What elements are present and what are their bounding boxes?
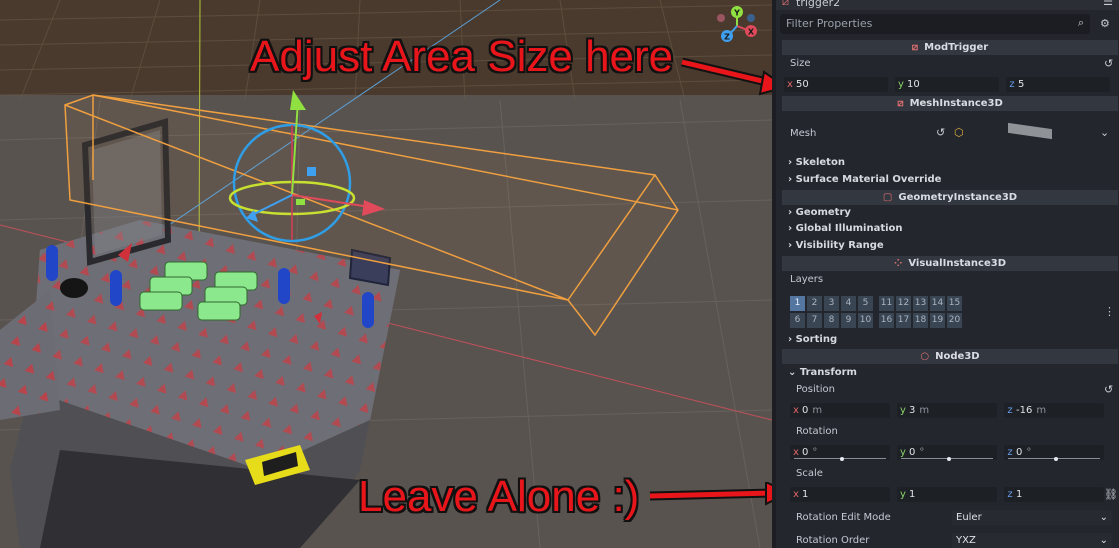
layer-toggle[interactable]: 5 (858, 296, 873, 311)
layer-toggle[interactable]: 6 (790, 313, 805, 328)
node-name: trigger2 (796, 0, 841, 9)
layer-toggle[interactable]: 19 (930, 313, 945, 328)
scale-link-icon[interactable]: ⛓ (1104, 488, 1118, 501)
sorting-label: Sorting (795, 334, 838, 345)
scale-x-field[interactable]: x1 (790, 487, 890, 502)
global-illumination-label: Global Illumination (795, 223, 903, 234)
size-y-field[interactable]: y 10 (895, 77, 999, 92)
node3d-header-label: Node3D (935, 351, 980, 362)
rotation-order-label: Rotation Order (796, 535, 870, 546)
layers-menu-icon[interactable]: ⋮ (1104, 305, 1115, 318)
modtrigger-icon: ⧄ (911, 42, 919, 53)
section-meshinstance3d[interactable]: ⧄ MeshInstance3D (782, 96, 1118, 111)
scale-y-field[interactable]: y1 (897, 487, 997, 502)
mesh-resource-icon[interactable]: ⬡ (954, 126, 964, 139)
rotation-edit-mode-select[interactable]: Euler ⌄ (952, 510, 1112, 525)
meshinstance-header-label: MeshInstance3D (909, 98, 1003, 109)
node-options-icon[interactable]: ☰ (1103, 0, 1113, 8)
meshinstance-icon: ⧄ (897, 98, 904, 109)
visualinstance-header-label: VisualInstance3D (908, 258, 1007, 269)
rotation-z-field[interactable]: z 0 ° (1004, 445, 1104, 461)
layer-toggle[interactable]: 8 (824, 313, 839, 328)
layer-toggle[interactable]: 3 (824, 296, 839, 311)
layer-toggle[interactable]: 12 (896, 296, 911, 311)
layer-toggle[interactable]: 20 (947, 313, 962, 328)
global-illumination-section[interactable]: › Global Illumination (788, 223, 903, 234)
position-y-field[interactable]: y3m (897, 403, 997, 418)
visibility-range-label: Visibility Range (795, 240, 884, 251)
layer-toggle[interactable]: 17 (896, 313, 911, 328)
section-modtrigger[interactable]: ⧄ ModTrigger (782, 40, 1118, 55)
section-geometryinstance3d[interactable]: ▢ GeometryInstance3D (782, 190, 1118, 205)
filter-settings-icon[interactable]: ⚙ (1100, 17, 1110, 30)
position-x-field[interactable]: x0m (790, 403, 890, 418)
section-visualinstance3d[interactable]: ⁘ VisualInstance3D (782, 256, 1118, 271)
layer-toggle[interactable]: 14 (930, 296, 945, 311)
mesh-dropdown-icon[interactable]: ⌄ (1100, 126, 1109, 139)
sorting-section[interactable]: › Sorting (788, 334, 837, 345)
size-x-field[interactable]: x 50 (784, 77, 888, 92)
position-revert-icon[interactable]: ↺ (1104, 383, 1113, 396)
geometryinstance-header-label: GeometryInstance3D (898, 192, 1018, 203)
layer-toggle[interactable]: 11 (879, 296, 894, 311)
chevron-down-icon: ⌄ (1099, 535, 1108, 546)
scale-z-field[interactable]: z1 (1004, 487, 1104, 502)
filter-properties-input[interactable]: Filter Properties ⌕ (780, 14, 1090, 34)
rotation-edit-mode-label: Rotation Edit Mode (796, 512, 891, 523)
size-label: Size (790, 58, 811, 69)
layers-label: Layers (790, 274, 824, 285)
layer-toggle[interactable]: 2 (807, 296, 822, 311)
annotation-adjust-area: Adjust Area Size here (250, 32, 674, 81)
search-icon: ⌕ (1077, 16, 1084, 29)
surface-material-override-section[interactable]: › Surface Material Override (788, 174, 941, 185)
3d-viewport[interactable]: Y X Z (0, 0, 772, 548)
black-ball (60, 278, 88, 298)
modtrigger-header-label: ModTrigger (924, 42, 989, 53)
inspector-node-bar: ⧄ trigger2 ☰ (776, 0, 1119, 10)
inspector-panel: ⧄ trigger2 ☰ Filter Properties ⌕ ⚙ ⧄ ModT… (772, 0, 1119, 548)
layer-toggle[interactable]: 18 (913, 313, 928, 328)
skeleton-label: Skeleton (795, 157, 845, 168)
rotation-order-select[interactable]: YXZ ⌄ (952, 533, 1112, 548)
surface-material-label: Surface Material Override (795, 174, 942, 185)
mesh-label: Mesh (790, 128, 817, 139)
geometry-section[interactable]: › Geometry (788, 207, 851, 218)
viewport-scene[interactable]: Y X Z (0, 0, 772, 548)
geometryinstance-icon: ▢ (882, 192, 893, 203)
geometry-label: Geometry (795, 207, 851, 218)
visibility-range-section[interactable]: › Visibility Range (788, 240, 884, 251)
layer-toggle[interactable]: 7 (807, 313, 822, 328)
size-revert-icon[interactable]: ↺ (1104, 57, 1113, 70)
chevron-down-icon: ⌄ (1099, 512, 1108, 523)
scale-label: Scale (796, 468, 823, 479)
size-z-field[interactable]: z5 (1006, 77, 1110, 92)
layer-toggle[interactable]: 10 (858, 313, 873, 328)
gizmo-z-label: Z (724, 33, 730, 42)
visualinstance-icon: ⁘ (893, 258, 903, 269)
section-node3d[interactable]: ○ Node3D (782, 349, 1118, 364)
node-icon: ⧄ (782, 0, 789, 8)
gizmo-x-label: X (748, 28, 755, 37)
mesh-revert-icon[interactable]: ↺ (936, 126, 945, 139)
transform-section[interactable]: ⌄ Transform (788, 367, 857, 378)
layer-toggle[interactable]: 1 (790, 296, 805, 311)
annotation-arrow-scale (649, 482, 790, 506)
rotation-label: Rotation (796, 426, 838, 437)
layer-toggle[interactable]: 16 (879, 313, 894, 328)
mesh-preview-thumbnail[interactable] (1008, 122, 1052, 140)
layer-toggle[interactable]: 15 (947, 296, 962, 311)
annotation-leave-alone: Leave Alone :) (358, 472, 640, 521)
filter-placeholder: Filter Properties (786, 17, 873, 30)
skeleton-section[interactable]: › Skeleton (788, 157, 845, 168)
rotation-x-field[interactable]: x 0 ° (790, 445, 890, 461)
rotation-y-field[interactable]: y 0 ° (897, 445, 997, 461)
node3d-icon: ○ (920, 351, 930, 362)
transform-label: Transform (799, 367, 857, 378)
gizmo-y-label: Y (733, 9, 740, 18)
layer-toggle[interactable]: 4 (841, 296, 856, 311)
layer-toggle[interactable]: 13 (913, 296, 928, 311)
position-z-field[interactable]: z -16 m (1004, 403, 1104, 418)
position-label: Position (796, 384, 835, 395)
layer-toggle[interactable]: 9 (841, 313, 856, 328)
